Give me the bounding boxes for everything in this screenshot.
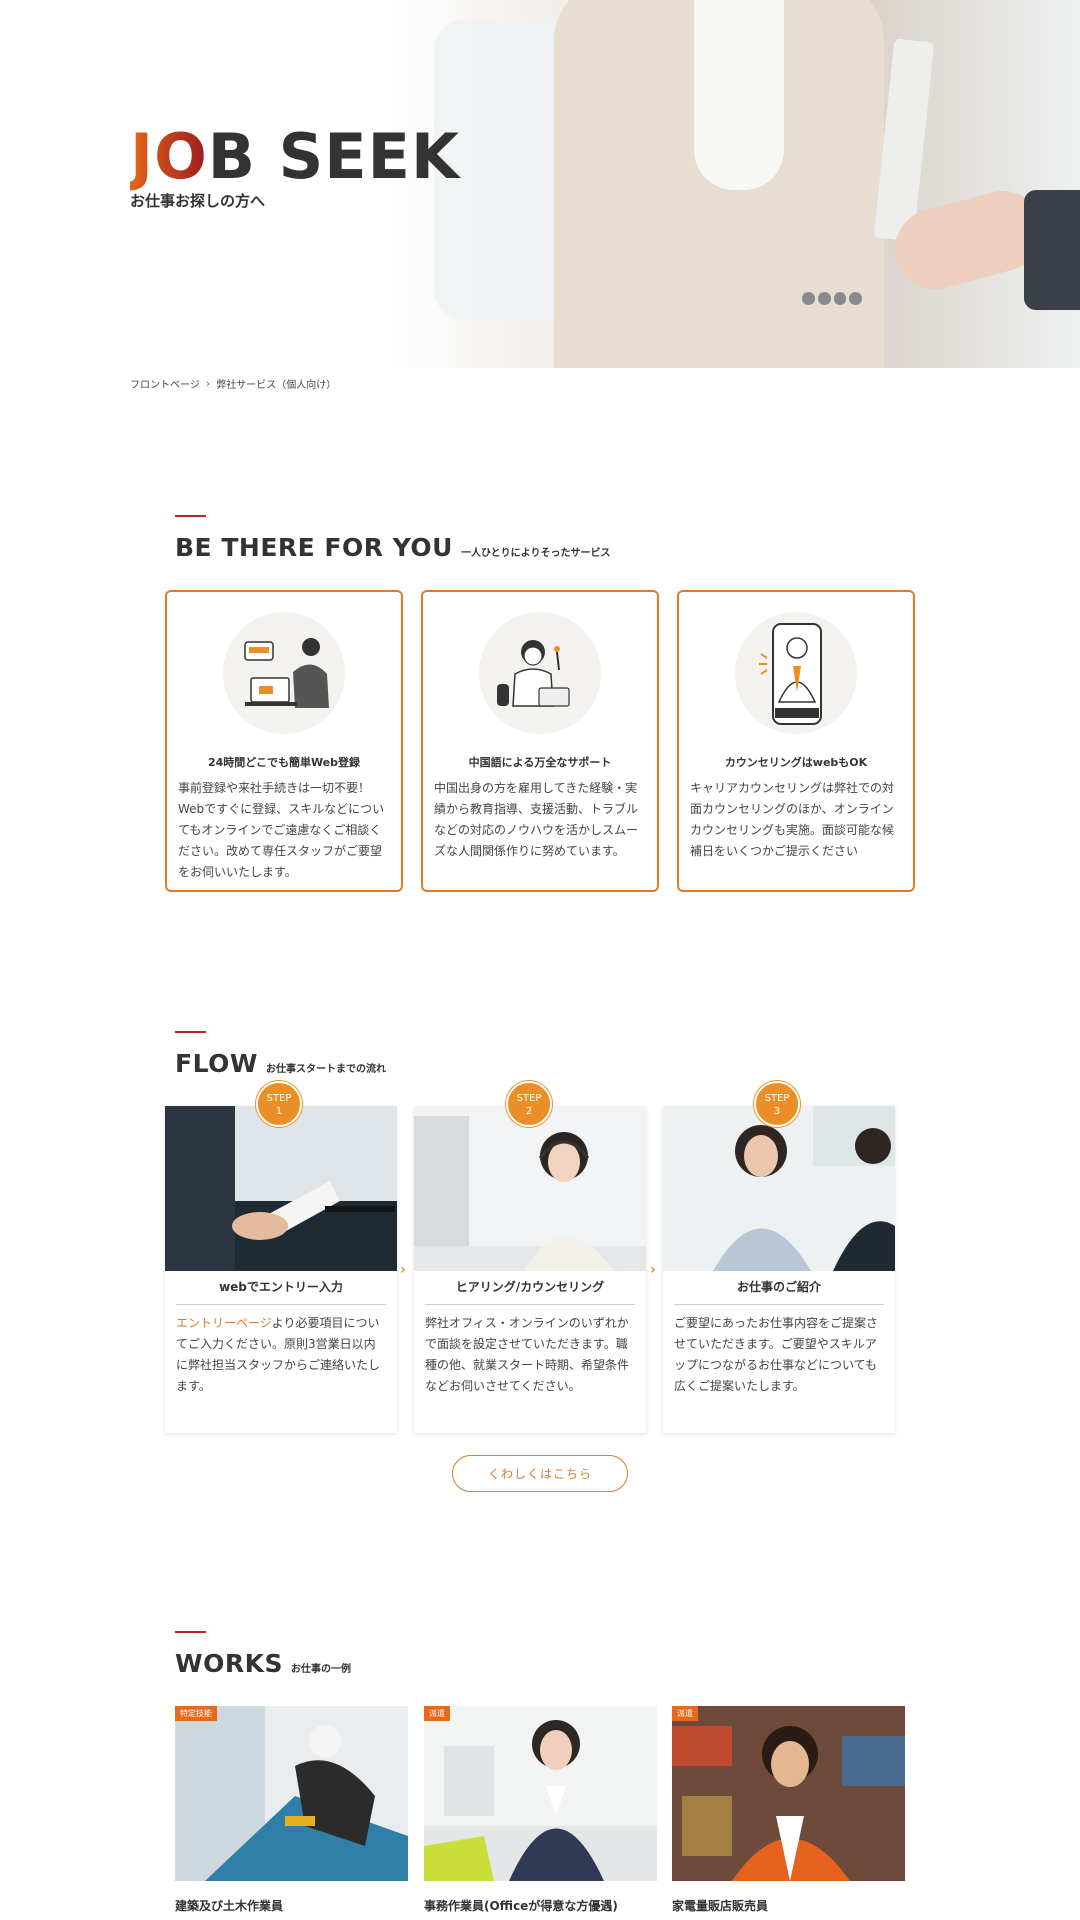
section-heading-about: BE THERE FOR YOU 一人ひとりによりそったサービス bbox=[175, 533, 610, 562]
hero: JOB SEEK お仕事お探しの方へ bbox=[0, 0, 1080, 368]
flow-step-title: お仕事のご紹介 bbox=[736, 1280, 821, 1294]
step-badge: STEP 3 bbox=[754, 1081, 800, 1127]
step-badge-number: 2 bbox=[525, 1106, 533, 1117]
page-title: JOB SEEK bbox=[130, 120, 460, 193]
section-subtitle: お仕事の一例 bbox=[290, 1664, 351, 1675]
flow-step-body: ご要望にあったお仕事内容をご提案させていただきます。ご要望やスキルアップにつなが… bbox=[674, 1316, 879, 1393]
laptop-signup-illustration-icon bbox=[223, 612, 345, 734]
step-badge-number: 3 bbox=[773, 1106, 781, 1117]
section-subtitle: 一人ひとりによりそったサービス bbox=[460, 548, 611, 559]
work-item[interactable]: 派遣 事務作業員(Officeが得意な方優遇) bbox=[424, 1706, 657, 1914]
headset-support-illustration-icon bbox=[479, 612, 601, 734]
page-subtitle: お仕事お探しの方へ bbox=[130, 192, 266, 210]
feature-card-body: キャリアカウンセリングは弊社での対面カウンセリングのほか、オンラインカウンセリン… bbox=[690, 781, 895, 858]
page-title-accent: JO bbox=[130, 120, 208, 193]
flow-step-card: ヒアリング/カウンセリング 弊社オフィス・オンラインのいずれかで面談を設定させて… bbox=[414, 1106, 646, 1433]
work-photo-construction: 特定技能 bbox=[175, 1706, 408, 1881]
feature-card: カウンセリングはwebもOK キャリアカウンセリングは弊社での対面カウンセリング… bbox=[677, 590, 915, 892]
step-badge: STEP 2 bbox=[506, 1081, 552, 1127]
breadcrumb-current: 弊社サービス（個人向け） bbox=[216, 380, 337, 391]
feature-card-title: カウンセリングはwebもOK bbox=[724, 756, 868, 769]
section-heading-flow: FLOW お仕事スタートまでの流れ bbox=[175, 1049, 386, 1078]
flow-step-photo-documents bbox=[165, 1106, 397, 1271]
step-badge-label: STEP bbox=[764, 1093, 790, 1104]
step-badge-number: 1 bbox=[275, 1106, 283, 1117]
work-item[interactable]: 特定技能 建築及び土木作業員 bbox=[175, 1706, 408, 1914]
flow-step-body: エントリーページより必要項目についてご入力ください。原則3営業日以内に弊社担当ス… bbox=[176, 1313, 387, 1397]
flow-step-title: ヒアリング/カウンセリング bbox=[455, 1280, 605, 1294]
work-photo-office: 派遣 bbox=[424, 1706, 657, 1881]
hero-photo-handshake bbox=[394, 0, 1080, 368]
flow-step-body: 弊社オフィス・オンラインのいずれかで面談を設定させていただきます。職種の他、就業… bbox=[425, 1316, 630, 1393]
online-counseling-illustration-icon bbox=[735, 612, 857, 734]
feature-card: 24時間どこでも簡単Web登録 事前登録や来社手続きは一切不要！Webですぐに登… bbox=[165, 590, 403, 892]
feature-card-title: 中国語による万全なサポート bbox=[468, 756, 612, 769]
work-title: 事務作業員(Officeが得意な方優遇) bbox=[424, 1899, 618, 1913]
feature-card-title: 24時間どこでも簡単Web登録 bbox=[207, 756, 361, 769]
work-photo-electronics-store: 派遣 bbox=[672, 1706, 905, 1881]
step-badge-label: STEP bbox=[516, 1093, 542, 1104]
section-accent-bar bbox=[175, 1031, 206, 1033]
work-category-tag: 派遣 bbox=[672, 1706, 698, 1721]
work-title: 家電量販店販売員 bbox=[672, 1899, 769, 1913]
section-heading-works: WORKS お仕事の一例 bbox=[175, 1649, 351, 1678]
feature-card: 中国語による万全なサポート 中国出身の方を雇用してきた経験・実績から教育指導、支… bbox=[421, 590, 659, 892]
work-title: 建築及び土木作業員 bbox=[175, 1899, 284, 1913]
section-subtitle: お仕事スタートまでの流れ bbox=[265, 1064, 386, 1075]
divider bbox=[425, 1304, 635, 1305]
section-accent-bar bbox=[175, 1631, 206, 1633]
breadcrumb: フロントページ › 弊社サービス（個人向け） bbox=[130, 376, 336, 391]
step-badge: STEP 1 bbox=[256, 1081, 302, 1127]
work-item[interactable]: 派遣 家電量販店販売員 bbox=[672, 1706, 905, 1914]
divider bbox=[176, 1304, 386, 1305]
section-accent-bar bbox=[175, 515, 206, 517]
chevron-right-icon: › bbox=[650, 1262, 656, 1278]
flow-step-photo-headset-operator bbox=[414, 1106, 646, 1271]
section-title: FLOW bbox=[175, 1049, 258, 1078]
step-badge-label: STEP bbox=[266, 1093, 292, 1104]
more-details-button[interactable]: くわしくはこちら bbox=[452, 1455, 628, 1492]
section-title: BE THERE FOR YOU bbox=[175, 533, 453, 562]
feature-card-body: 事前登録や来社手続きは一切不要！Webですぐに登録、スキルなどについてもオンライ… bbox=[178, 781, 385, 879]
feature-card-body: 中国出身の方を雇用してきた経験・実績から教育指導、支援活動、トラブルなどの対応の… bbox=[434, 781, 639, 858]
chevron-right-icon: › bbox=[400, 1262, 406, 1278]
flow-step-card: お仕事のご紹介 ご要望にあったお仕事内容をご提案させていただきます。ご要望やスキ… bbox=[663, 1106, 895, 1433]
work-category-tag: 特定技能 bbox=[175, 1706, 217, 1721]
page-title-rest: B SEEK bbox=[207, 120, 461, 193]
chevron-right-icon: › bbox=[205, 377, 211, 390]
divider bbox=[674, 1304, 884, 1305]
section-title: WORKS bbox=[175, 1649, 283, 1678]
flow-step-card: webでエントリー入力 エントリーページより必要項目についてご入力ください。原則… bbox=[165, 1106, 397, 1433]
flow-step-photo-consultation bbox=[663, 1106, 895, 1271]
entry-page-link[interactable]: エントリーページ bbox=[176, 1316, 272, 1330]
flow-step-title: webでエントリー入力 bbox=[219, 1280, 343, 1294]
work-category-tag: 派遣 bbox=[424, 1706, 450, 1721]
breadcrumb-home-link[interactable]: フロントページ bbox=[130, 376, 200, 391]
